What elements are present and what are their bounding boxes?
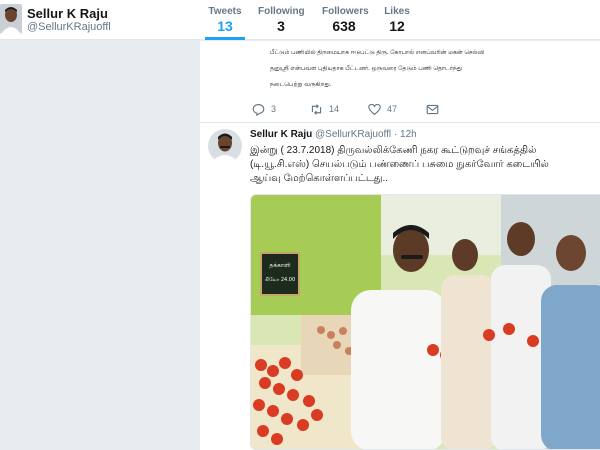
stat-tweets[interactable]: Tweets 13 <box>205 6 245 40</box>
like-count: 47 <box>387 104 398 114</box>
profile-avatar[interactable] <box>0 4 22 34</box>
stat-label: Followers <box>322 6 369 17</box>
tweet-author[interactable]: Sellur K Raju @SellurKRajuoffl · 12h <box>250 129 417 140</box>
stat-value: 12 <box>389 18 405 34</box>
profile-handle[interactable]: @SellurKRajuoffl <box>27 21 111 33</box>
text-line: ஆய்வு மேற்கொள்ளப்பட்டது.. <box>250 173 389 184</box>
tweet[interactable]: Sellur K Raju @SellurKRajuoffl · 12h இன்… <box>200 124 600 450</box>
stat-following[interactable]: Following 3 <box>258 6 305 34</box>
text-line: தனுஸ்ரீ என்பவள புதியதாக பீட்டனர். ஒருவரை… <box>270 66 463 72</box>
price-sign-text: தக்காளி <box>269 262 291 269</box>
text-line: இன்று ( 23.7.2018) திருவல்லிக்கேணி நகர க… <box>250 145 537 156</box>
retweet-icon <box>311 103 322 115</box>
stat-label: Likes <box>384 6 410 17</box>
tweet-timeline: பீட்டும் பணியில் திறமையாக ஈடுபட்டு திரு.… <box>200 41 600 450</box>
stat-likes[interactable]: Likes 12 <box>384 6 410 34</box>
direct-message-button[interactable] <box>426 101 445 117</box>
envelope-icon <box>426 104 439 114</box>
author-name[interactable]: Sellur K Raju <box>250 129 312 140</box>
left-column <box>0 41 200 450</box>
previous-tweet-text: பீட்டும் பணியில் திறமையாக ஈடுபட்டு திரு.… <box>270 45 590 93</box>
stat-value: 13 <box>217 18 233 34</box>
retweet-count: 14 <box>329 104 340 114</box>
tweet-avatar[interactable] <box>208 129 242 163</box>
stat-followers[interactable]: Followers 638 <box>322 6 369 34</box>
tweet-photo[interactable]: தக்காளி கிலோ 24.00 <box>250 194 600 450</box>
text-line: (டி.யூ.சி.எஸ்) செயல்படும் பண்ணைப் பசுமை … <box>250 159 549 170</box>
tweet-timestamp[interactable]: · 12h <box>394 129 417 140</box>
reply-count: 3 <box>271 104 277 114</box>
previous-tweet[interactable]: பீட்டும் பணியில் திறமையாக ஈடுபட்டு திரு.… <box>200 41 600 123</box>
like-button[interactable]: 47 <box>368 101 397 117</box>
profile-nav-bar: Sellur K Raju @SellurKRajuoffl Tweets 13… <box>0 0 600 40</box>
profile-name[interactable]: Sellur K Raju <box>27 6 108 21</box>
text-line: பீட்டும் பணியில் திறமையாக ஈடுபட்டு திரு.… <box>270 50 485 56</box>
tweet-photo-image: தக்காளி கிலோ 24.00 <box>251 195 600 449</box>
text-line: நடைபெற்று வருகிறது. <box>270 82 332 88</box>
stat-value: 3 <box>277 18 285 34</box>
reply-button[interactable]: 3 <box>252 101 276 117</box>
reply-icon <box>252 103 265 116</box>
heart-icon <box>368 103 381 115</box>
retweet-button[interactable]: 14 <box>310 101 339 117</box>
stat-label: Following <box>258 6 305 17</box>
stat-label: Tweets <box>208 6 242 17</box>
tweet-text: இன்று ( 23.7.2018) திருவல்லிக்கேணி நகர க… <box>250 144 600 186</box>
stat-value: 638 <box>332 18 356 34</box>
price-sign-price: கிலோ 24.00 <box>265 277 295 283</box>
author-handle[interactable]: @SellurKRajuoffl <box>315 129 391 140</box>
